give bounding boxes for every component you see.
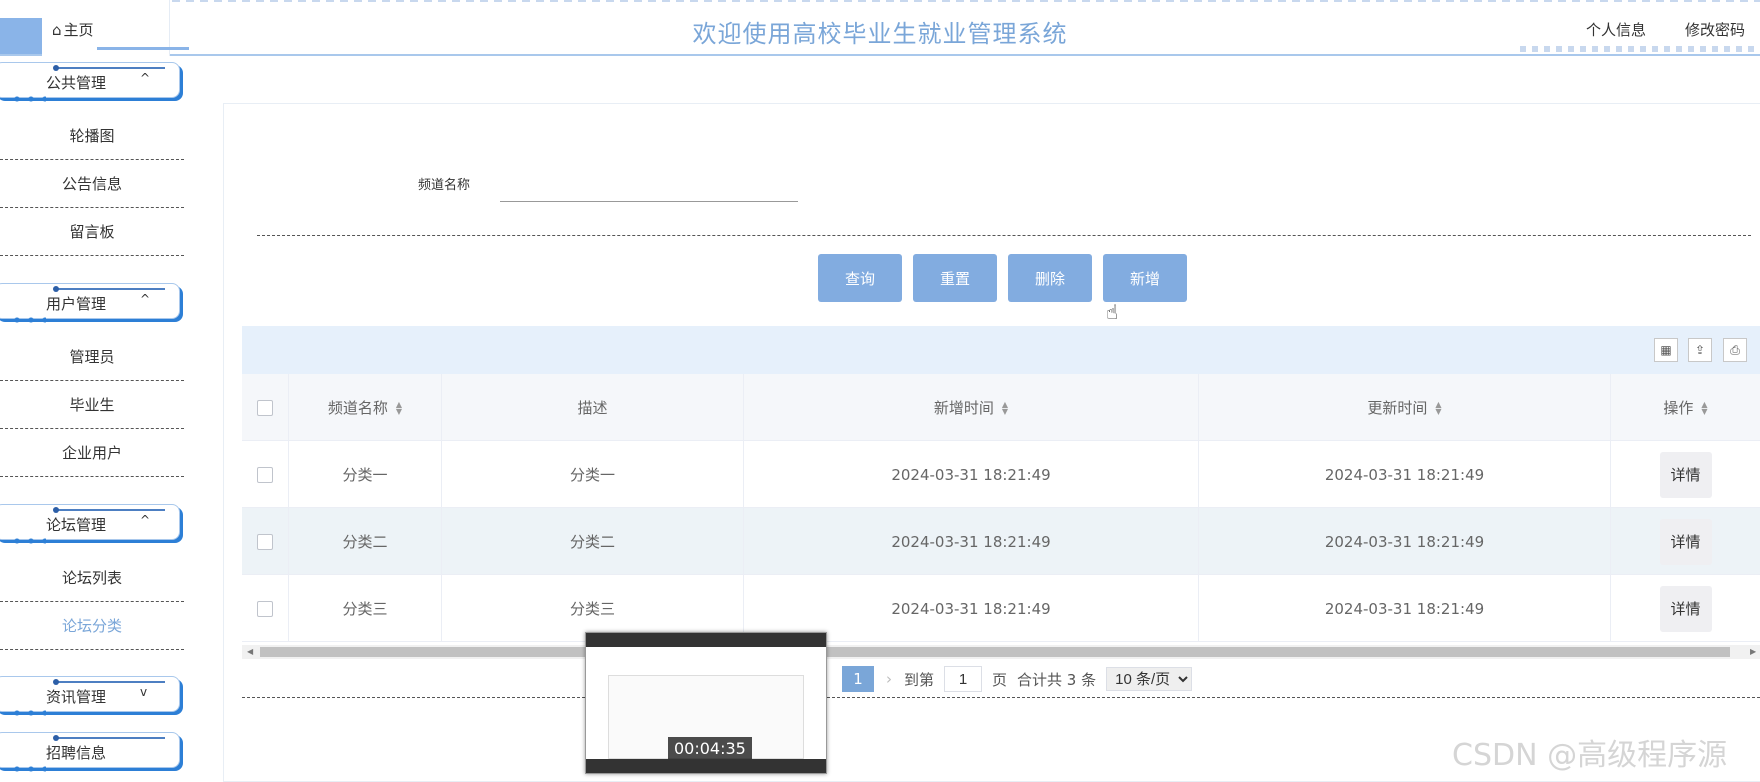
table-row: 分类一 分类一 2024-03-31 18:21:49 2024-03-31 1… <box>242 441 1760 508</box>
columns-icon[interactable]: ▦ <box>1654 338 1678 362</box>
sidebar-item-messageboard[interactable]: 留言板 <box>0 208 184 256</box>
cell-created: 2024-03-31 18:21:49 <box>744 508 1199 575</box>
header-decoration <box>60 0 1760 2</box>
video-timestamp: 00:04:35 <box>668 737 752 760</box>
search-label: 频道名称 <box>418 178 471 193</box>
sidebar-group-label: 论坛管理 <box>46 516 107 534</box>
sidebar-group-label: 招聘信息 <box>46 744 107 762</box>
sort-icon[interactable]: ▲ ▼ <box>1701 400 1707 415</box>
home-tab-indicator <box>97 47 189 50</box>
sidebar: 公共管理 ^ 轮播图 公告信息 留言板 用户管理 ^ 管理员 毕业生 企业用户 … <box>0 58 190 782</box>
sidebar-group-label: 公共管理 <box>46 74 107 92</box>
home-tab[interactable]: ⌂ 主页 <box>42 0 189 56</box>
chevron-up-icon: ^ <box>140 513 151 527</box>
cell-desc: 分类一 <box>442 441 744 508</box>
delete-button[interactable]: 删除 <box>1008 254 1092 302</box>
sidebar-item-carousel[interactable]: 轮播图 <box>0 112 184 160</box>
scroll-right-icon[interactable]: ▶ <box>1750 645 1756 659</box>
app-root: { "header": { "home_tab": "主页", "title":… <box>0 0 1760 782</box>
goto-page-input[interactable] <box>944 666 983 692</box>
cell-name: 分类二 <box>289 508 442 575</box>
goto-label: 到第 <box>904 670 935 689</box>
cell-updated: 2024-03-31 18:21:49 <box>1199 575 1611 642</box>
table-row: 分类三 分类三 2024-03-31 18:21:49 2024-03-31 1… <box>242 575 1760 642</box>
change-password-link[interactable]: 修改密码 <box>1685 19 1745 40</box>
sidebar-item-forum-categories[interactable]: 论坛分类 <box>0 602 184 650</box>
sidebar-item-forum-list[interactable]: 论坛列表 <box>0 554 184 602</box>
cell-updated: 2024-03-31 18:21:49 <box>1199 441 1611 508</box>
sidebar-item-graduates[interactable]: 毕业生 <box>0 381 184 429</box>
cell-desc: 分类二 <box>442 508 744 575</box>
row-checkbox[interactable] <box>257 600 273 617</box>
scrollbar-thumb[interactable] <box>260 647 1730 657</box>
table-toolbar: ▦ ⇪ ⎙ <box>242 326 1760 374</box>
pagination: 1 › 到第 页 合计共 3 条 10 条/页 <box>842 666 1193 692</box>
column-header-actions[interactable]: 操作 ▲ ▼ <box>1611 374 1760 441</box>
header-left-block <box>0 18 42 54</box>
query-button[interactable]: 查询 <box>818 254 902 302</box>
sidebar-group-public[interactable]: 公共管理 ^ <box>0 58 182 102</box>
divider <box>242 697 1760 698</box>
home-icon: ⌂ <box>52 20 62 39</box>
cell-updated: 2024-03-31 18:21:49 <box>1199 508 1611 575</box>
next-page-icon[interactable]: › <box>886 670 892 688</box>
select-all-checkbox[interactable] <box>257 399 273 416</box>
column-header-name[interactable]: 频道名称 ▲ ▼ <box>289 374 442 441</box>
profile-link[interactable]: 个人信息 <box>1586 19 1646 40</box>
chevron-up-icon: ^ <box>140 71 151 85</box>
page-number-current[interactable]: 1 <box>842 666 874 692</box>
print-icon[interactable]: ⎙ <box>1723 338 1747 362</box>
column-header-desc: 描述 <box>442 374 744 441</box>
detail-button[interactable]: 详情 <box>1659 585 1712 632</box>
reset-button[interactable]: 重置 <box>913 254 997 302</box>
cell-created: 2024-03-31 18:21:49 <box>744 441 1199 508</box>
column-header-updated[interactable]: 更新时间 ▲ ▼ <box>1199 374 1611 441</box>
page-unit-label: 页 <box>992 670 1008 689</box>
cell-name: 分类三 <box>289 575 442 642</box>
sidebar-group-forum[interactable]: 论坛管理 ^ <box>0 500 182 544</box>
detail-button[interactable]: 详情 <box>1659 518 1712 565</box>
export-icon[interactable]: ⇪ <box>1688 338 1712 362</box>
total-count: 合计共 3 条 <box>1017 670 1097 689</box>
sidebar-item-notices[interactable]: 公告信息 <box>0 160 184 208</box>
video-thumbnail[interactable]: 00:04:35 <box>585 632 827 774</box>
page-size-select[interactable]: 10 条/页 <box>1106 667 1193 691</box>
add-button[interactable]: 新增 <box>1103 254 1187 302</box>
chevron-down-icon: v <box>140 685 148 699</box>
divider <box>257 235 1751 236</box>
table-row: 分类二 分类二 2024-03-31 18:21:49 2024-03-31 1… <box>242 508 1760 575</box>
sidebar-item-admins[interactable]: 管理员 <box>0 333 184 381</box>
header-decoration-right <box>1520 46 1760 52</box>
sidebar-item-companies[interactable]: 企业用户 <box>0 429 184 477</box>
site-title: 欢迎使用高校毕业生就业管理系统 <box>692 20 1068 48</box>
mouse-cursor-icon: ☝ <box>1106 300 1119 324</box>
sidebar-group-jobs[interactable]: 招聘信息 <box>0 728 182 772</box>
sort-icon[interactable]: ▲ ▼ <box>1435 400 1441 415</box>
watermark: CSDN @高级程序源 <box>1452 738 1728 773</box>
top-header: ⌂ 主页 欢迎使用高校毕业生就业管理系统 个人信息 修改密码 <box>0 0 1760 56</box>
horizontal-scrollbar[interactable]: ◀ ▶ <box>242 645 1760 659</box>
scroll-left-icon[interactable]: ◀ <box>247 645 253 659</box>
chevron-up-icon: ^ <box>140 292 151 306</box>
home-tab-label: 主页 <box>63 21 94 39</box>
column-header-created[interactable]: 新增时间 ▲ ▼ <box>744 374 1199 441</box>
row-checkbox[interactable] <box>257 533 273 550</box>
sidebar-group-users[interactable]: 用户管理 ^ <box>0 279 182 323</box>
sort-icon[interactable]: ▲ ▼ <box>1002 400 1008 415</box>
detail-button[interactable]: 详情 <box>1659 451 1712 498</box>
channel-name-input[interactable] <box>500 170 798 202</box>
sidebar-group-label: 资讯管理 <box>46 688 107 706</box>
sidebar-group-news[interactable]: 资讯管理 v <box>0 672 182 716</box>
row-checkbox[interactable] <box>257 466 273 483</box>
cell-name: 分类一 <box>289 441 442 508</box>
table-header-row: 频道名称 ▲ ▼ 描述 新增时间 ▲ ▼ 更新时间 ▲ ▼ 操作 ▲ ▼ <box>242 374 1760 441</box>
sidebar-group-label: 用户管理 <box>46 295 107 313</box>
sort-icon[interactable]: ▲ ▼ <box>396 400 402 415</box>
